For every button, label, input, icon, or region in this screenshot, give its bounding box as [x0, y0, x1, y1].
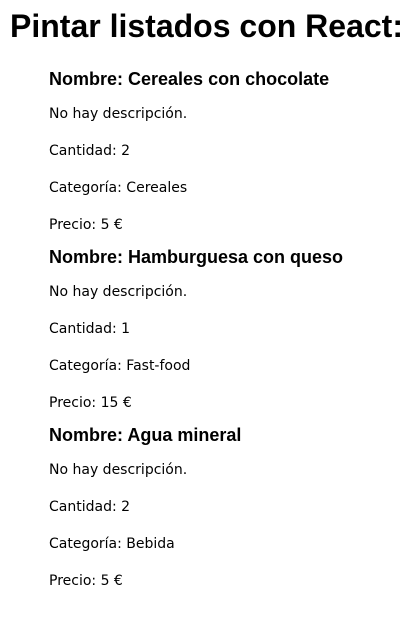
product-list: Nombre: Cereales con chocolate No hay de… — [49, 66, 399, 600]
product-card-agua: Nombre: Agua mineral No hay descripción.… — [49, 422, 399, 600]
product-price: Precio: 15 € — [49, 395, 132, 411]
product-price: Precio: 5 € — [49, 573, 123, 589]
product-quantity: Cantidad: 2 — [49, 143, 131, 159]
product-price: Precio: 5 € — [49, 217, 123, 233]
product-description: No hay descripción. — [49, 106, 188, 122]
product-name: Nombre: Hamburguesa con queso — [49, 247, 344, 267]
page-title: Pintar listados con React: — [10, 8, 402, 44]
product-name: Nombre: Agua mineral — [49, 425, 242, 445]
product-description: No hay descripción. — [49, 462, 188, 478]
product-description: No hay descripción. — [49, 284, 188, 300]
product-category: Categoría: Cereales — [49, 180, 188, 196]
product-quantity: Cantidad: 1 — [49, 321, 131, 337]
product-card-cereales: Nombre: Cereales con chocolate No hay de… — [49, 66, 399, 244]
product-name: Nombre: Cereales con chocolate — [49, 69, 330, 89]
product-category: Categoría: Fast-food — [49, 358, 191, 374]
product-quantity: Cantidad: 2 — [49, 499, 131, 515]
product-category: Categoría: Bebida — [49, 536, 175, 552]
product-card-hamburguesa: Nombre: Hamburguesa con queso No hay des… — [49, 244, 399, 422]
